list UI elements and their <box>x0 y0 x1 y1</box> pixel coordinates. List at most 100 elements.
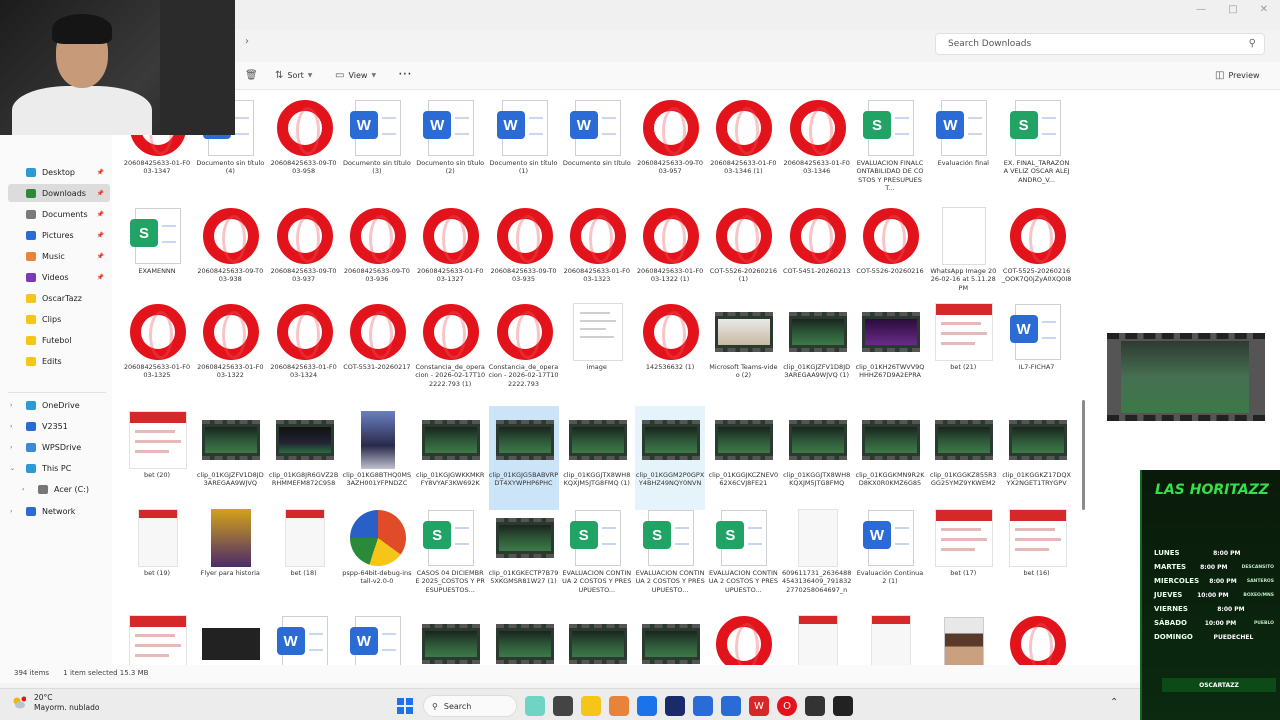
file-item[interactable]: bet (21) <box>928 298 998 402</box>
wps-icon[interactable]: W <box>749 696 769 716</box>
file-item[interactable] <box>928 610 998 665</box>
tree-item-1[interactable]: › V2351 <box>8 417 110 435</box>
file-item[interactable]: bet (19) <box>122 504 192 608</box>
preview-toggle-button[interactable]: ◫ Preview <box>1215 70 1260 81</box>
file-item[interactable]: 20608425633-01-F003-1327 <box>415 202 485 306</box>
file-item[interactable]: clip_01KGKECTP7B795XKGMSR81W27 (1) <box>489 504 559 608</box>
sort-button[interactable]: ⇅ Sort ▼ <box>275 70 312 81</box>
tree-item-5[interactable]: › Network <box>8 502 110 520</box>
file-item[interactable]: W <box>269 610 339 665</box>
file-item[interactable]: bet (16) <box>1002 504 1072 608</box>
file-item[interactable]: Constancia_de_operacion - 2026-02-17T102… <box>415 298 485 402</box>
file-item[interactable] <box>635 610 705 665</box>
sidebar-item-5[interactable]: Videos 📌 <box>8 268 110 286</box>
outlook-icon[interactable] <box>721 696 741 716</box>
file-item[interactable]: clip_01KGGKMN9R2KD8KX0R0KMZ6G85 <box>855 406 925 510</box>
file-item[interactable]: 20608425633-01-F003-1346 <box>782 94 852 198</box>
minimize-icon[interactable]: — <box>1196 4 1206 15</box>
file-item[interactable]: W Documento sin título (1) <box>489 94 559 198</box>
file-item[interactable]: W Documento sin título (2) <box>415 94 485 198</box>
sidebar-item-0[interactable]: Desktop 📌 <box>8 163 110 181</box>
obs-icon[interactable] <box>805 696 825 716</box>
file-item[interactable]: 20608425633-01-F003-1325 <box>122 298 192 402</box>
file-item[interactable]: S CASOS 04 DICIEMBRE 2025_COSTOS Y PRESUP… <box>415 504 485 608</box>
chevron-icon[interactable]: › <box>10 444 12 451</box>
file-item[interactable]: clip_01KH26TWVV9QHHHZ67D9A2EPRA <box>855 298 925 402</box>
file-item[interactable]: W Documento sin título <box>562 94 632 198</box>
file-item[interactable]: W <box>342 610 412 665</box>
sidebar-item-7[interactable]: Clips <box>8 310 110 328</box>
file-item[interactable]: 609611731_26364884543136409_791832277025… <box>782 504 852 608</box>
sidebar-item-4[interactable]: Music 📌 <box>8 247 110 265</box>
task-view-icon[interactable] <box>553 696 573 716</box>
chevron-icon[interactable]: › <box>10 508 12 515</box>
file-item[interactable] <box>855 610 925 665</box>
file-item[interactable]: COT-5531-20260217 <box>342 298 412 402</box>
file-explorer-icon[interactable] <box>581 696 601 716</box>
sidebar-item-2[interactable]: Documents 📌 <box>8 205 110 223</box>
file-item[interactable]: 20608425633-09-T003-937 <box>269 202 339 306</box>
more-options-button[interactable]: ⋯ <box>398 66 412 82</box>
chevron-icon[interactable]: ⌄ <box>10 465 15 472</box>
file-item[interactable]: 20608425633-01-F003-1322 <box>195 298 265 402</box>
file-item[interactable]: bet (17) <box>928 504 998 608</box>
file-item[interactable]: 20608425633-09-T003-935 <box>489 202 559 306</box>
weather-widget[interactable]: 20°C Mayorm. nublado <box>12 693 99 713</box>
file-item[interactable]: W IL7-FICHA7 <box>1002 298 1072 402</box>
file-item[interactable]: Flyer para historia <box>195 504 265 608</box>
sidebar-item-9[interactable]: Edits <box>8 352 110 370</box>
file-item[interactable]: clip_01KG8BTHQ0MS3AZH001YFPNDZC <box>342 406 412 510</box>
tree-item-3[interactable]: ⌄ This PC <box>8 459 110 477</box>
maximize-icon[interactable]: □ <box>1228 4 1237 15</box>
file-item[interactable]: W Documento sin título (3) <box>342 94 412 198</box>
view-button[interactable]: ▭ View ▼ <box>335 70 376 81</box>
vertical-scrollbar[interactable] <box>1082 400 1085 510</box>
breadcrumb-chevron-icon[interactable]: › <box>245 36 249 47</box>
file-item[interactable]: Constancia_de_operacion - 2026-02-17T102… <box>489 298 559 402</box>
tree-item-0[interactable]: › OneDrive <box>8 396 110 414</box>
file-item[interactable]: clip_01KGGKZ855R3GG25YMZ9YKWEM2 <box>928 406 998 510</box>
file-item[interactable]: clip_01KG8JR6GVZ2BRHMMEFM872C958 <box>269 406 339 510</box>
file-item[interactable]: clip_01KGJZFV1D8JD3AREGAA9WJVQ (1) <box>782 298 852 402</box>
file-item[interactable]: 20608425633-09-T003-936 <box>342 202 412 306</box>
start-icon[interactable] <box>395 696 415 716</box>
sidebar-item-8[interactable]: Futebol <box>8 331 110 349</box>
delete-button[interactable]: 🗑 <box>245 70 258 81</box>
file-item[interactable]: COT-5526-20260216 (1) <box>708 202 778 306</box>
chevron-icon[interactable]: › <box>22 486 24 493</box>
file-item[interactable]: S EVALUACION CONTINUA 2 COSTOS Y PRESUPUE… <box>562 504 632 608</box>
file-item[interactable]: Microsoft Teams-video (2) <box>708 298 778 402</box>
file-item[interactable]: clip_01KGJGWKKMKRFY8VYAF3KW692K <box>415 406 485 510</box>
file-item[interactable]: pspp-64bit-debug-install-v2.0-0 <box>342 504 412 608</box>
file-item[interactable]: 20608425633-09-T003-958 <box>269 94 339 198</box>
file-item[interactable]: clip_01KGJG5BABVRPDT4XYWPHP6PHC <box>488 406 559 510</box>
file-item[interactable]: clip_01KGGKZ17DQXYX2NGET1TRYGPV <box>1002 406 1072 510</box>
dropbox-icon[interactable] <box>693 696 713 716</box>
file-item[interactable]: 20608425633-01-F003-1324 <box>269 298 339 402</box>
tree-item-4[interactable]: › Acer (C:) <box>8 480 110 498</box>
file-item[interactable] <box>489 610 559 665</box>
file-item[interactable] <box>708 610 778 665</box>
file-item[interactable] <box>782 610 852 665</box>
file-item[interactable]: bet (20) <box>122 406 192 510</box>
file-item[interactable]: S EVALUACION CONTINUA 2 COSTOS Y PRESUPUE… <box>635 504 705 608</box>
file-item[interactable]: COT-5525-20260216_OOK7Q0jZyA0XQ0I8 <box>1002 202 1072 306</box>
file-item[interactable]: 20608425633-09-T003-938 <box>195 202 265 306</box>
chevron-up-icon[interactable]: ⌃ <box>1110 697 1118 708</box>
file-item[interactable]: 20608425633-09-T003-957 <box>635 94 705 198</box>
file-item[interactable]: S EX. FINAL_TARAZONA VELIZ OSCAR ALEJANDR… <box>1002 94 1072 198</box>
search-input[interactable]: Search Downloads ⚲ <box>935 33 1265 55</box>
recording-icon[interactable] <box>833 696 853 716</box>
chevron-icon[interactable]: › <box>10 423 12 430</box>
file-item[interactable] <box>415 610 485 665</box>
file-item[interactable]: S EVALUACION CONTINUA 2 COSTOS Y PRESUPUE… <box>708 504 778 608</box>
file-item[interactable]: clip_01KGGJTX8WH8KQXJM5JTG8FMQ <box>782 406 852 510</box>
sidebar-item-3[interactable]: Pictures 📌 <box>8 226 110 244</box>
file-item[interactable]: clip_01KGGM2P0GPXY4BHZ49NQY0NVN <box>635 406 706 510</box>
file-item[interactable]: W Evaluación final <box>928 94 998 198</box>
file-item[interactable]: clip_01KGGJTX8WH8KQXJM5JTG8FMQ (1) <box>562 406 632 510</box>
file-item[interactable]: clip_01KGGJKCZNEV062X6CVJ8FE21 <box>708 406 778 510</box>
file-item[interactable]: WhatsApp Image 2026-02-16 at 5.11.28 PM <box>928 202 998 306</box>
file-item[interactable]: S EXAMENNN <box>122 202 192 306</box>
opera-icon[interactable]: O <box>777 696 797 716</box>
